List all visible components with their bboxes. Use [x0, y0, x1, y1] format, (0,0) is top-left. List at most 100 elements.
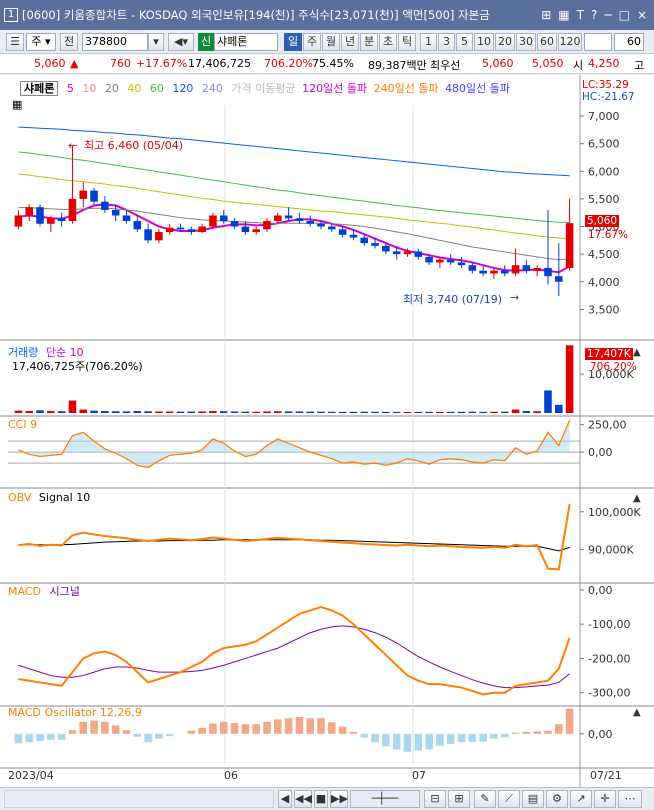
volume-bar [392, 411, 401, 413]
code-input[interactable]: 378800 [82, 33, 148, 51]
y-tick-label: 3,500 [588, 303, 620, 316]
obv-legend: OBV Signal 10 [8, 491, 90, 504]
chart-area[interactable]: 7,000 6,500 6,000 5,500 5,000 4,500 4,000 3,500… [0, 75, 654, 787]
y-tick-label: 100,000K [588, 506, 641, 519]
interval-year[interactable]: 년 [341, 33, 359, 51]
candle-body [263, 221, 271, 230]
legend-ma-240: 240 [201, 82, 223, 95]
y-tick-label: 6,000 [588, 165, 620, 178]
custom-interval-input[interactable] [584, 33, 612, 51]
interval-tick[interactable]: 틱 [398, 33, 416, 51]
forward-icon[interactable]: ▶▶ [330, 790, 348, 808]
legend-ma-60: 60 [149, 82, 164, 95]
x-tick-07: 07 [412, 769, 426, 782]
count-input[interactable]: 60 [614, 33, 644, 51]
y-tick-label: 0,00 [588, 584, 613, 597]
interval-minute[interactable]: 분 [360, 33, 378, 51]
minute-30[interactable]: 30 [516, 33, 536, 51]
menu-icon[interactable]: ☰ [6, 33, 24, 51]
osc-bar [436, 733, 444, 746]
interval-week[interactable]: 주 [303, 33, 321, 51]
minute-10[interactable]: 10 [474, 33, 494, 51]
macd-signal-line [18, 625, 570, 689]
candle-body [36, 207, 44, 224]
line-tool-icon[interactable]: ⟋ [498, 790, 520, 808]
osc-bar [544, 730, 552, 734]
osc-bar [101, 721, 109, 734]
minute-1[interactable]: 1 [420, 33, 437, 51]
more-icon[interactable]: ⋯ [618, 790, 642, 808]
x-tick-07-21: 07/21 [590, 769, 622, 782]
interval-second[interactable]: 초 [379, 33, 397, 51]
window-number: 1 [4, 8, 18, 22]
volume-bar [382, 411, 390, 413]
scrollbar[interactable] [4, 790, 274, 808]
high-label: 고 [634, 59, 645, 72]
minute-120[interactable]: 120 [558, 33, 582, 51]
minimize-icon[interactable]: ─ [604, 8, 611, 22]
osc-bar [349, 731, 358, 734]
volume-bar [241, 411, 250, 413]
zoom-slider[interactable]: ─┼── [350, 790, 420, 808]
volume-bar [555, 404, 563, 413]
y-tick-label: -100,00 [588, 618, 630, 631]
stock-name-field[interactable]: 샤페론 [214, 33, 278, 51]
volume-bar [90, 410, 98, 413]
layout-icon[interactable]: ⊞ [541, 8, 551, 22]
font-icon[interactable]: T [577, 8, 584, 22]
last-price-tag: 5,060 [585, 215, 620, 227]
osc-bar [14, 733, 23, 744]
chart-tool-icon[interactable]: ▤ [522, 790, 544, 808]
rewind-icon[interactable]: ◀◀ [294, 790, 312, 808]
osc-bar [446, 733, 455, 744]
volume-bar [57, 411, 66, 413]
candle-body [565, 223, 574, 268]
minute-3[interactable]: 3 [438, 33, 455, 51]
volume-bar [490, 411, 498, 413]
arrow-tool-icon[interactable]: ↗ [570, 790, 592, 808]
candle-body [500, 270, 509, 274]
y-tick-label: 250,00 [588, 419, 627, 432]
osc-bar [360, 733, 369, 738]
osc-bar [403, 733, 412, 752]
minute-60[interactable]: 60 [537, 33, 557, 51]
window-title: [0600] 키움종합차트 - KOSDAQ 외국인보유[194(천)] 주식수… [22, 8, 490, 22]
osc-bar [382, 733, 390, 747]
osc-bar [241, 724, 250, 734]
period-select[interactable]: 주 ▾ [26, 33, 56, 51]
sound-icon[interactable]: ◀▾ [168, 33, 194, 51]
draw-tool-icon[interactable]: ✎ [474, 790, 496, 808]
minute-20[interactable]: 20 [495, 33, 515, 51]
scroll-left-icon[interactable]: ◀ [278, 790, 292, 808]
zoom-out-icon[interactable]: ⊟ [424, 790, 446, 808]
osc-bar [425, 733, 433, 750]
candle-body [522, 265, 531, 271]
volume-bar [500, 411, 509, 413]
minute-5[interactable]: 5 [456, 33, 473, 51]
maximize-icon[interactable]: □ [619, 8, 630, 22]
crosshair-icon[interactable]: ✛ [594, 790, 616, 808]
interval-month[interactable]: 월 [322, 33, 340, 51]
close-icon[interactable]: × [637, 8, 647, 22]
osc-bar [328, 722, 336, 734]
table-icon[interactable]: ▦ [12, 98, 26, 111]
legend-ma-5: 5 [66, 82, 74, 95]
grid-icon[interactable]: ▦ [558, 8, 569, 22]
chart-canvas[interactable]: 7,0006,5006,0005,5005,0004,5004,0003,500… [0, 75, 654, 787]
help-icon[interactable]: ? [591, 8, 597, 22]
code-dropdown-icon[interactable]: ▾ [148, 33, 164, 51]
candle-body [479, 270, 487, 274]
candle-body [90, 190, 98, 202]
stop-icon[interactable]: ■ [314, 790, 328, 808]
interval-day[interactable]: 일 [284, 33, 302, 51]
obv-signal-line [18, 539, 570, 552]
candle-body [144, 229, 152, 241]
volume-pct-label: 706.20% [590, 361, 637, 373]
zoom-in-icon[interactable]: ⊞ [448, 790, 470, 808]
candle-body [14, 215, 23, 227]
osc-bar [317, 718, 325, 734]
type-button[interactable]: 전 [60, 33, 78, 51]
volume-bar [219, 411, 228, 413]
last-pct-label: 17.67% [588, 229, 629, 241]
settings-icon[interactable]: ⚙ [546, 790, 568, 808]
